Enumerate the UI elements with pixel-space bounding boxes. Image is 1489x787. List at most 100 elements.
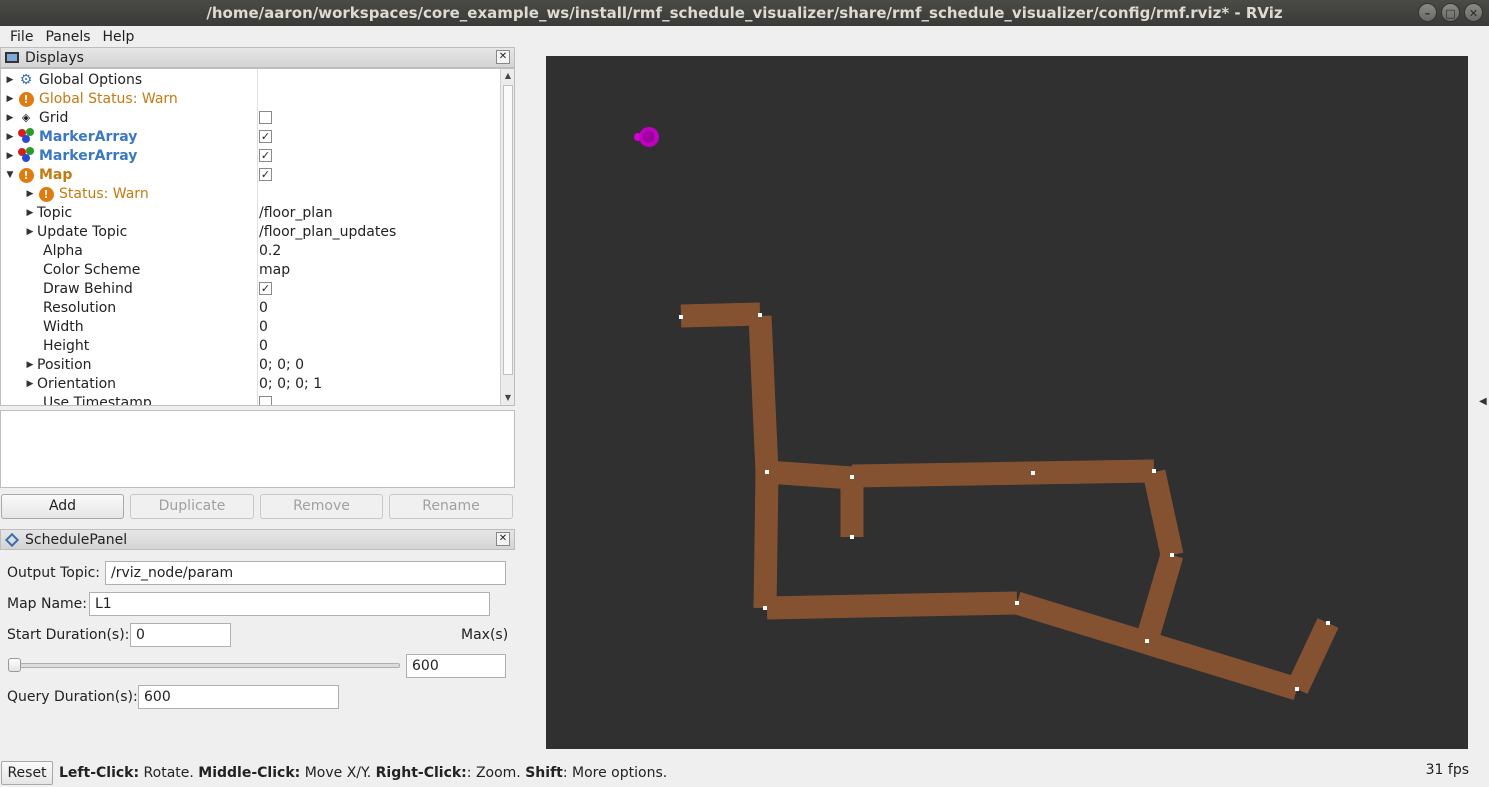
lane [766,591,1018,620]
display-description-box [0,410,515,488]
expand-arrow-icon[interactable]: ▶ [3,132,17,142]
displays-tree[interactable]: ▶ ⚙ Global Options ▶ ! Global Status: Wa… [0,68,515,406]
duration-slider-handle[interactable] [8,658,21,672]
expand-arrow-icon[interactable]: ▶ [3,75,17,85]
gear-icon: ⚙ [19,71,33,88]
query-duration-input[interactable]: 600 [138,685,339,709]
waypoint [850,475,854,479]
tree-row[interactable]: ▶ ◈ Grid [1,108,501,127]
tree-value[interactable]: 0 [259,338,268,354]
render-view[interactable] [546,56,1468,749]
tree-row[interactable]: ▶ Topic /floor_plan [1,203,501,222]
tree-row[interactable]: ▶ Update Topic /floor_plan_updates [1,222,501,241]
tree-label: Global Status: Warn [39,90,178,107]
tree-value[interactable]: 0.2 [259,243,281,259]
start-duration-label: Start Duration(s): [7,627,130,643]
tree-row[interactable]: ▶ ! Global Status: Warn [1,89,501,108]
lane [753,471,779,609]
tree-value[interactable]: map [259,262,290,278]
tree-row[interactable]: ▶ ⚙ Global Options [1,70,501,89]
scroll-down-icon[interactable]: ▼ [501,391,514,405]
fps-counter: 31 fps [1425,762,1469,778]
tree-value[interactable]: 0; 0; 0; 1 [259,376,322,392]
menu-file[interactable]: File [4,29,39,45]
lane [1286,618,1339,694]
robot-marker [634,127,659,147]
waypoint [1326,621,1330,625]
max-duration-input[interactable]: 600 [406,654,506,678]
minimize-icon[interactable]: – [1418,3,1437,22]
expand-arrow-icon[interactable]: ▶ [23,208,37,218]
duration-slider-track[interactable] [10,663,400,668]
tree-label: MarkerArray [39,147,138,164]
splitter-right-arrow-icon[interactable]: ◀ [1479,396,1487,407]
add-button[interactable]: Add [1,494,124,519]
map-name-label: Map Name: [7,596,88,612]
tree-row[interactable]: ▶ Position 0; 0; 0 [1,355,501,374]
waypoint [1295,687,1299,691]
tree-label: Width [43,318,84,335]
lane [748,315,779,473]
schedule-panel-title: SchedulePanel [25,531,128,548]
grid-checkbox[interactable] [259,111,272,124]
tree-row[interactable]: ▼ ! Map ✓ [1,165,501,184]
menu-panels[interactable]: Panels [39,29,96,45]
use-timestamp-checkbox[interactable] [259,396,272,405]
tree-value[interactable]: /floor_plan_updates [259,224,396,240]
waypoint [1145,639,1149,643]
window-title: /home/aaron/workspaces/core_example_ws/i… [206,4,1283,22]
tree-value[interactable]: 0; 0; 0 [259,357,304,373]
tree-row[interactable]: ▶ Orientation 0; 0; 0; 1 [1,374,501,393]
menu-help[interactable]: Help [97,29,141,45]
close-icon[interactable]: ✕ [496,532,510,546]
tree-value[interactable]: 0 [259,319,268,335]
scroll-thumb[interactable] [503,85,513,375]
tree-row[interactable]: ▶ MarkerArray ✓ [1,127,501,146]
tree-label: Update Topic [37,223,128,240]
tree-row[interactable]: Color Scheme map [1,260,501,279]
waypoint [765,470,769,474]
remove-button[interactable]: Remove [260,494,383,519]
tree-row[interactable]: Height 0 [1,336,501,355]
expand-arrow-icon[interactable]: ▶ [23,379,37,389]
expand-arrow-icon[interactable]: ▶ [3,151,17,161]
tree-label: Map [39,166,73,183]
tree-row[interactable]: ▶ ! Status: Warn [1,184,501,203]
expand-arrow-icon[interactable]: ▶ [23,360,37,370]
expand-arrow-icon[interactable]: ▶ [23,189,37,199]
expand-arrow-icon[interactable]: ▶ [3,113,17,123]
tree-value[interactable]: 0 [259,300,268,316]
marker-array-checkbox[interactable]: ✓ [259,130,272,143]
collapse-arrow-icon[interactable]: ▼ [3,170,17,180]
tree-row[interactable]: Draw Behind ✓ [1,279,501,298]
marker-array-icon [17,146,35,166]
rename-button[interactable]: Rename [389,494,513,519]
tree-row[interactable]: Width 0 [1,317,501,336]
tree-label: Color Scheme [43,261,141,278]
start-duration-input[interactable]: 0 [130,623,231,647]
tree-row[interactable]: Alpha 0.2 [1,241,501,260]
output-topic-input[interactable]: /rviz_node/param [105,561,506,585]
tree-row[interactable]: Resolution 0 [1,298,501,317]
expand-arrow-icon[interactable]: ▶ [23,227,37,237]
warning-icon: ! [18,167,34,183]
marker-array-checkbox[interactable]: ✓ [259,149,272,162]
tree-value[interactable]: /floor_plan [259,205,333,221]
tree-label: Height [43,337,90,354]
expand-arrow-icon[interactable]: ▶ [3,94,17,104]
draw-behind-checkbox[interactable]: ✓ [259,282,272,295]
tree-row[interactable]: Use Timestamp [1,393,501,405]
map-name-input[interactable]: L1 [89,592,490,616]
tree-label: Grid [39,109,69,126]
waypoint [758,313,762,317]
close-icon[interactable]: ✕ [496,50,510,64]
waypoint [1170,553,1174,557]
maximize-icon[interactable]: □ [1441,3,1460,22]
scroll-up-icon[interactable]: ▲ [501,69,514,83]
tree-row[interactable]: ▶ MarkerArray ✓ [1,146,501,165]
reset-button[interactable]: Reset [1,761,53,785]
map-checkbox[interactable]: ✓ [259,168,272,181]
close-icon[interactable]: ✕ [1464,3,1483,22]
duplicate-button[interactable]: Duplicate [130,494,254,519]
tree-scrollbar[interactable]: ▲ ▼ [500,69,514,405]
